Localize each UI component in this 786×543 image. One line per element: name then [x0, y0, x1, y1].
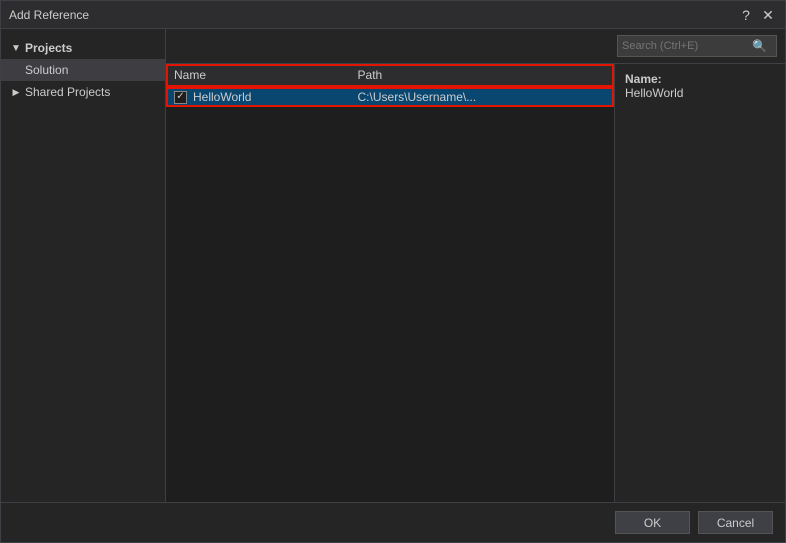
ok-button[interactable]: OK	[615, 511, 690, 534]
help-button[interactable]: ?	[737, 6, 755, 24]
sidebar-item-shared-projects[interactable]: ▶ Shared Projects	[1, 81, 165, 103]
projects-label: Projects	[25, 41, 72, 55]
solution-label: Solution	[25, 63, 68, 77]
details-panel: Name: HelloWorld	[615, 64, 785, 502]
col-path: Path	[350, 64, 614, 87]
add-reference-dialog: Add Reference ? ✕ ▼ Projects Solution ▶ …	[0, 0, 786, 543]
right-panel: 🔍 Name Path	[166, 29, 785, 502]
projects-section-header[interactable]: ▼ Projects	[1, 37, 165, 59]
table-cell-name: HelloWorld	[166, 87, 350, 108]
top-bar: 🔍	[166, 29, 785, 64]
title-bar: Add Reference ? ✕	[1, 1, 785, 29]
dialog-footer: OK Cancel	[1, 502, 785, 542]
sidebar: ▼ Projects Solution ▶ Shared Projects	[1, 29, 166, 502]
details-name-value: HelloWorld	[625, 86, 683, 100]
reference-table: Name Path	[166, 64, 614, 107]
search-input[interactable]	[622, 40, 752, 52]
table-header-row: Name Path	[166, 64, 614, 87]
projects-arrow: ▼	[9, 41, 23, 55]
checkbox-cell: HelloWorld	[174, 90, 342, 104]
shared-projects-label: Shared Projects	[25, 85, 110, 99]
details-name-label: Name:	[625, 72, 662, 86]
dialog-title: Add Reference	[9, 8, 89, 22]
sidebar-item-solution[interactable]: Solution	[1, 59, 165, 81]
table-row[interactable]: HelloWorld C:\Users\Username\...	[166, 87, 614, 108]
row-name: HelloWorld	[193, 90, 251, 104]
main-content: Name Path	[166, 64, 785, 502]
cancel-button[interactable]: Cancel	[698, 511, 773, 534]
table-cell-path: C:\Users\Username\...	[350, 87, 614, 108]
row-checkbox[interactable]	[174, 91, 187, 104]
close-button[interactable]: ✕	[759, 6, 777, 24]
shared-projects-arrow: ▶	[9, 87, 23, 98]
search-icon: 🔍	[752, 39, 767, 53]
dialog-body: ▼ Projects Solution ▶ Shared Projects 🔍	[1, 29, 785, 502]
title-controls: ? ✕	[737, 6, 777, 24]
search-box[interactable]: 🔍	[617, 35, 777, 57]
col-name: Name	[166, 64, 350, 87]
table-area: Name Path	[166, 64, 615, 502]
